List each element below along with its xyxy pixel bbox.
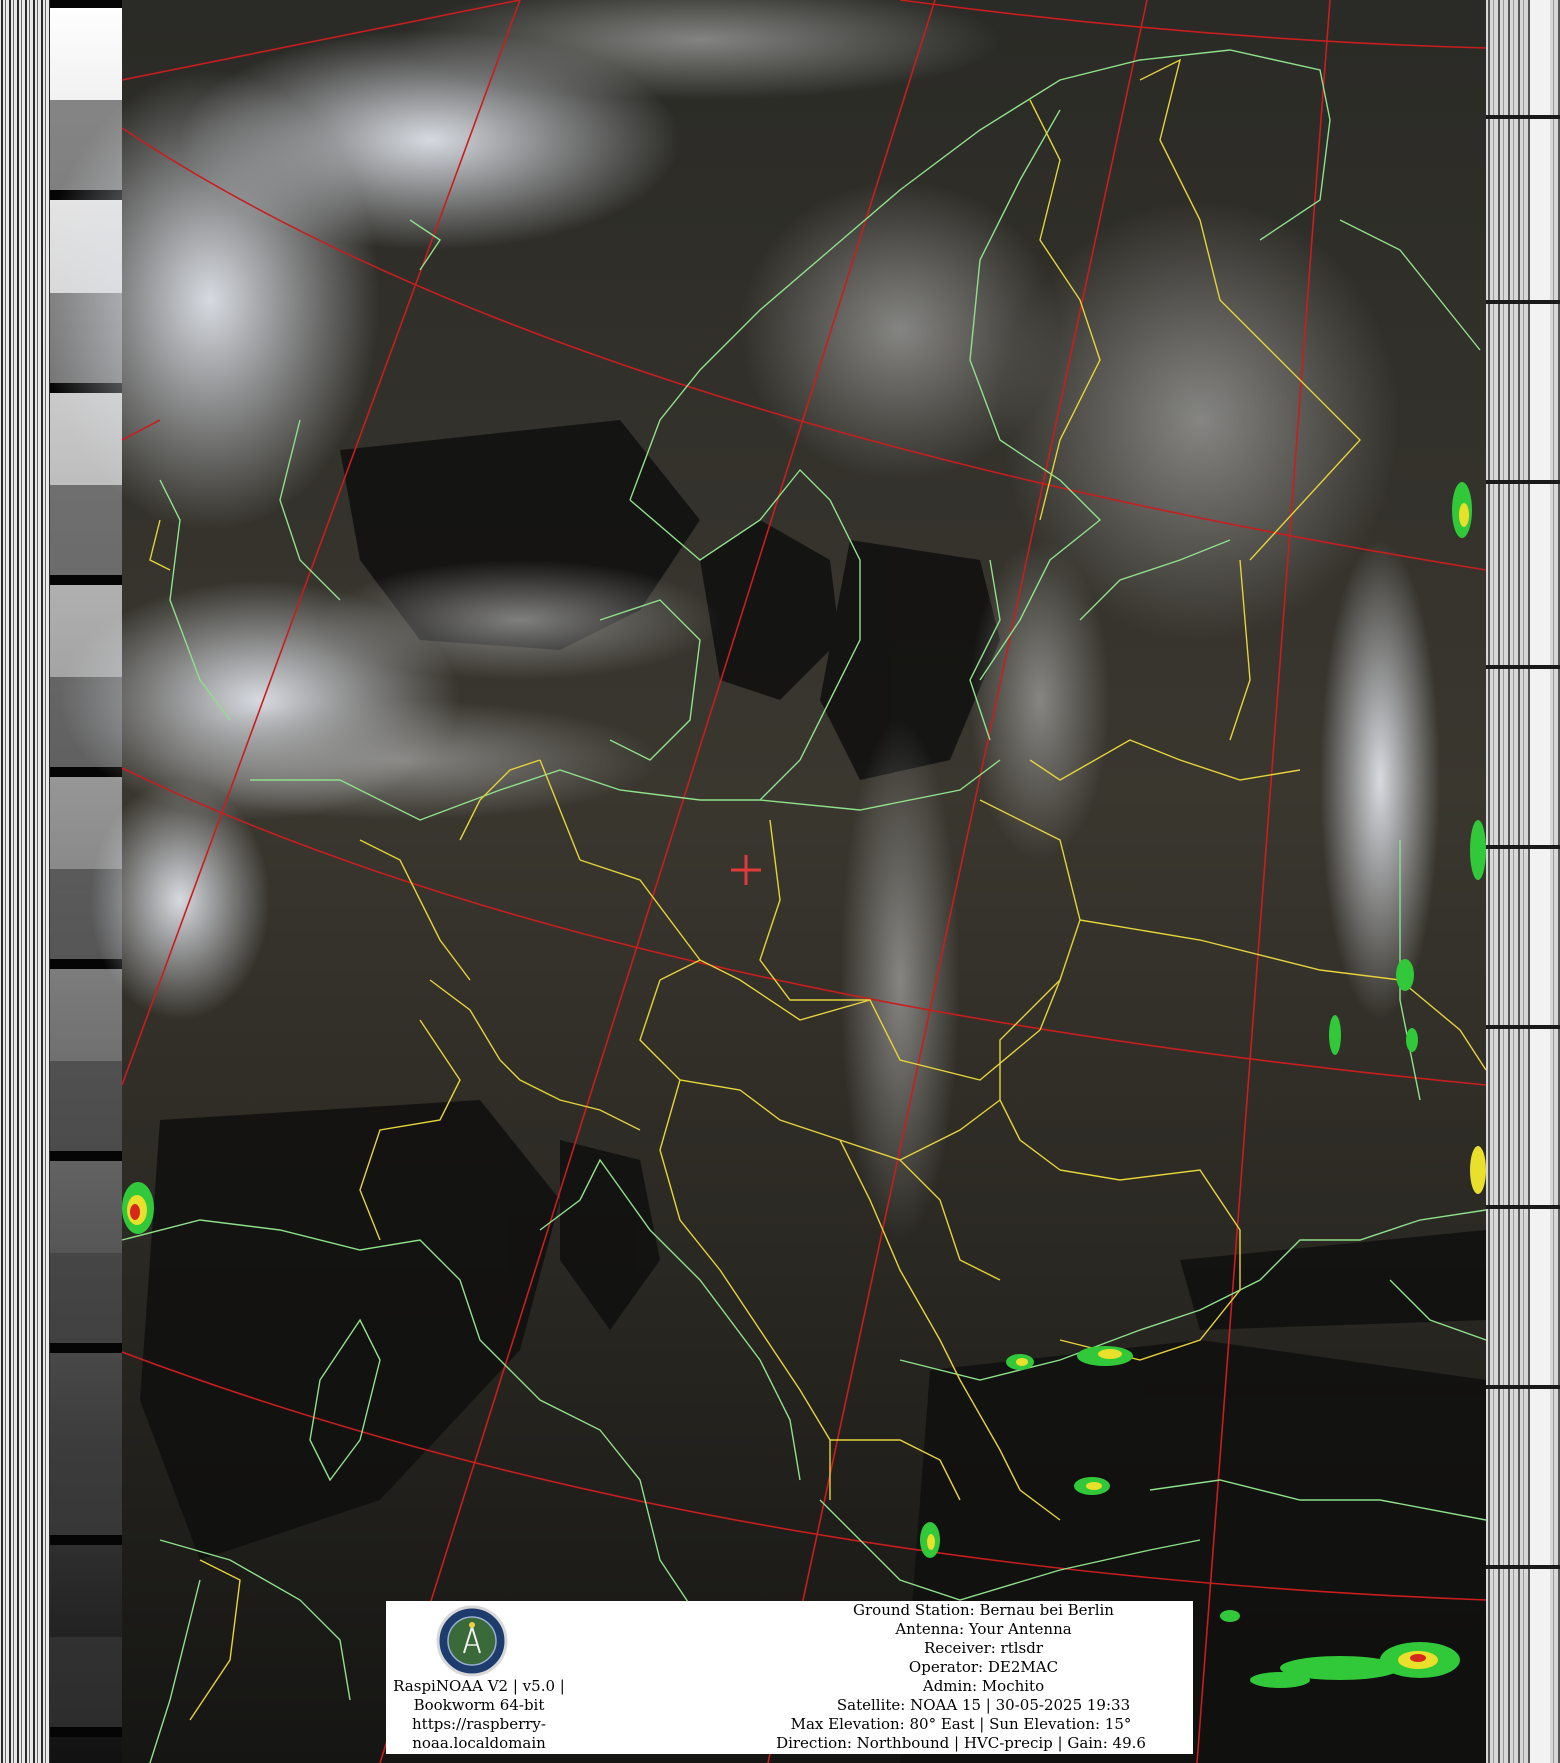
pass-info-panel: RaspiNOAA V2 | v5.0 | Bookworm 64-bit ht… (386, 1601, 1193, 1754)
satellite-station-logo-icon (436, 1605, 508, 1677)
software-version-text: RaspiNOAA V2 | v5.0 | Bookworm 64-bit ht… (386, 1677, 572, 1753)
operator-line: Operator: DE2MAC (908, 1658, 1059, 1676)
antenna-line: Antenna: Your Antenna (895, 1620, 1072, 1638)
station-info-text: Ground Station: Bernau bei Berlin Antenn… (782, 1601, 1185, 1715)
software-line-1: RaspiNOAA V2 | v5.0 | (393, 1677, 565, 1695)
admin-line: Admin: Mochito (922, 1677, 1045, 1695)
elevation-line: Max Elevation: 80° East | Sun Elevation:… (790, 1715, 1132, 1733)
ground-station-line: Ground Station: Bernau bei Berlin (853, 1601, 1114, 1619)
direction-line: Direction: Northbound | HVC-precip | Gai… (776, 1734, 1146, 1752)
satellite-map (40, 0, 1486, 1763)
satellite-line: Satellite: NOAA 15 | 30-05-2025 19:33 (836, 1696, 1131, 1714)
software-line-2: Bookworm 64-bit (413, 1696, 545, 1714)
receiver-line: Receiver: rtlsdr (923, 1639, 1044, 1657)
software-line-3: https://raspberry- (412, 1715, 546, 1733)
pass-details-text: Max Elevation: 80° East | Sun Elevation:… (726, 1715, 1196, 1753)
software-line-4: noaa.localdomain (412, 1734, 546, 1752)
satellite-image: RaspiNOAA V2 | v5.0 | Bookworm 64-bit ht… (0, 0, 1560, 1763)
right-telemetry-strip (1486, 0, 1560, 1763)
